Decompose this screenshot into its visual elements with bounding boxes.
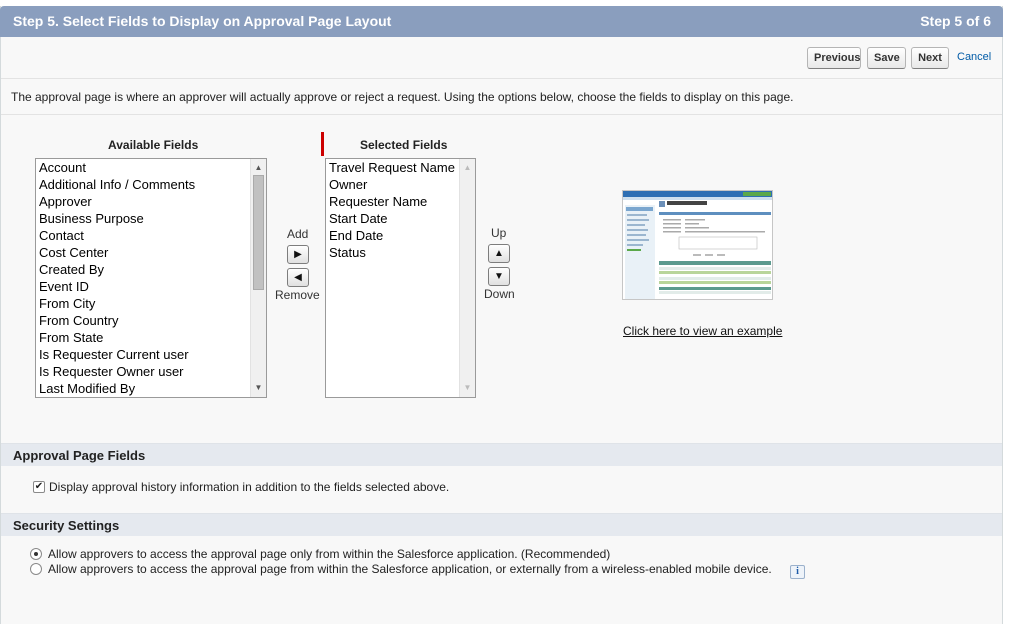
security-option-external-label: Allow approvers to access the approval p… [48,562,772,576]
scroll-down-icon[interactable]: ▼ [460,381,475,395]
arrow-down-icon: ▼ [494,271,504,282]
security-settings-header: Security Settings [1,513,1002,536]
selected-fields-listbox[interactable]: Travel Request Name Owner Requester Name St… [325,158,476,398]
available-fields-items: Account Additional Info / Comments Approve… [37,159,195,397]
approval-history-label: Display approval history information in … [49,480,450,494]
example-screenshot-image [623,191,772,299]
selected-field-option[interactable]: Travel Request Name [327,159,455,176]
available-field-option[interactable]: From Country [37,312,195,329]
available-field-option[interactable]: Business Purpose [37,210,195,227]
scroll-up-icon[interactable]: ▲ [460,161,475,175]
available-field-option[interactable]: Created By [37,261,195,278]
down-label: Down [484,287,515,301]
required-indicator [321,132,324,156]
available-field-option[interactable]: Event ID [37,278,195,295]
scroll-thumb[interactable] [253,175,264,290]
save-button[interactable]: Save [867,47,906,69]
available-field-option[interactable]: Cost Center [37,244,195,261]
add-button[interactable]: ▶ [287,245,309,264]
approval-page-fields-header: Approval Page Fields [1,443,1002,466]
available-field-option[interactable]: Additional Info / Comments [37,176,195,193]
selected-field-option[interactable]: End Date [327,227,455,244]
add-label: Add [287,227,309,241]
move-down-button[interactable]: ▼ [488,267,510,286]
arrow-left-icon: ◀ [294,272,302,283]
info-icon[interactable]: i [790,565,805,579]
selected-field-option[interactable]: Status [327,244,455,261]
wizard-toolbar: Previous Save Next Cancel [1,37,1002,79]
remove-button[interactable]: ◀ [287,268,309,287]
step-title: Step 5. Select Fields to Display on Appr… [13,13,392,29]
available-field-option[interactable]: Last Modified By [37,380,195,397]
security-option-internal-label: Allow approvers to access the approval p… [48,547,611,561]
selected-field-option[interactable]: Start Date [327,210,455,227]
selected-fields-label: Selected Fields [360,138,448,152]
scroll-up-icon[interactable]: ▲ [251,161,266,175]
scroll-down-icon[interactable]: ▼ [251,381,266,395]
remove-label: Remove [275,288,320,302]
selected-field-option[interactable]: Requester Name [327,193,455,210]
example-thumbnail[interactable] [622,190,773,300]
security-option-external-radio[interactable] [30,563,42,575]
selected-fields-items: Travel Request Name Owner Requester Name St… [327,159,455,261]
available-fields-scrollbar[interactable]: ▲ ▼ [250,159,266,397]
available-field-option[interactable]: From State [37,329,195,346]
intro-text: The approval page is where an approver w… [11,90,794,104]
available-field-option[interactable]: Is Requester Current user [37,346,195,363]
arrow-right-icon: ▶ [294,249,302,260]
previous-button[interactable]: Previous [807,47,861,69]
available-field-option[interactable]: From City [37,295,195,312]
move-up-button[interactable]: ▲ [488,244,510,263]
approval-history-checkbox[interactable]: ✔ [33,481,45,493]
available-field-option[interactable]: Account [37,159,195,176]
view-example-link[interactable]: Click here to view an example [623,324,782,338]
step-count: Step 5 of 6 [920,13,991,29]
available-field-option[interactable]: Is Requester Owner user [37,363,195,380]
arrow-up-icon: ▲ [494,248,504,259]
security-settings-heading: Security Settings [13,518,120,533]
selected-fields-scrollbar[interactable]: ▲ ▼ [459,159,475,397]
available-fields-label: Available Fields [108,138,199,152]
available-field-option[interactable]: Contact [37,227,195,244]
available-field-option[interactable]: Approver [37,193,195,210]
security-option-internal-radio[interactable] [30,548,42,560]
selected-field-option[interactable]: Owner [327,176,455,193]
approval-page-fields-heading: Approval Page Fields [13,448,146,463]
cancel-link[interactable]: Cancel [957,51,991,63]
step-header: Step 5. Select Fields to Display on Appr… [0,6,1003,37]
up-label: Up [491,226,507,240]
intro-panel: The approval page is where an approver w… [1,80,1002,115]
available-fields-listbox[interactable]: Account Additional Info / Comments Approve… [35,158,267,398]
next-button[interactable]: Next [911,47,949,69]
